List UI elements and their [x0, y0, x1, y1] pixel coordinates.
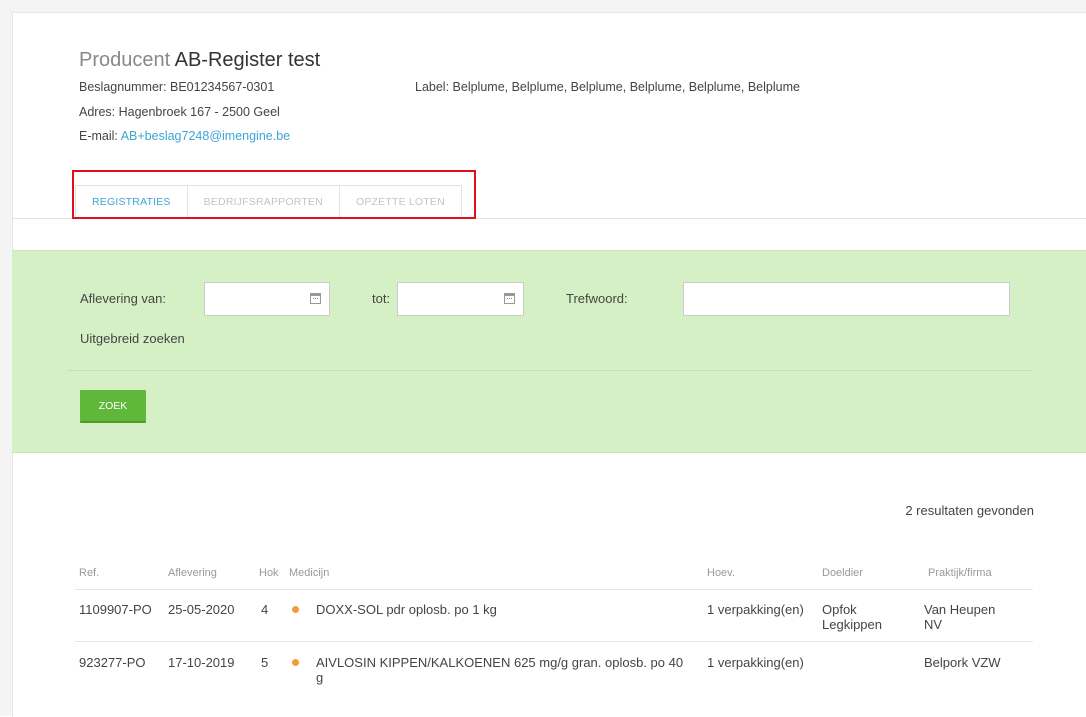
email-link[interactable]: AB+beslag7248@imengine.be	[121, 129, 290, 143]
column-header-hok: Hok	[259, 567, 279, 579]
row-2-hoeveelheid: 1 verpakking(en)	[707, 655, 804, 670]
column-header-doeldier: Doeldier	[822, 567, 863, 579]
row-1-hoeveelheid: 1 verpakking(en)	[707, 602, 804, 617]
label-info: Label: Belplume, Belplume, Belplume, Bel…	[415, 80, 800, 94]
beslagnummer: Beslagnummer: BE01234567-0301	[79, 80, 275, 94]
page-title: Producent AB-Register test	[79, 49, 320, 72]
calendar-icon[interactable]	[310, 293, 321, 304]
trefwoord-input[interactable]	[683, 282, 1010, 316]
row-2-aflevering: 17-10-2019	[168, 655, 235, 670]
row-2-medicijn: AIVLOSIN KIPPEN/KALKOENEN 625 mg/g gran.…	[316, 655, 684, 685]
tot-input[interactable]	[397, 282, 524, 316]
row-1-hok: 4	[261, 602, 269, 617]
row-1-status-dot	[292, 606, 299, 613]
column-header-hoev: Hoev.	[707, 567, 735, 579]
row-2-hok: 5	[261, 655, 269, 670]
row-divider	[75, 641, 1033, 642]
top-gutter	[0, 0, 1086, 12]
email-label: E-mail:	[79, 129, 118, 143]
row-2-ref-link[interactable]: 923277-PO	[79, 655, 146, 670]
results-count: 2 resultaten gevonden	[905, 503, 1034, 518]
producer-name: AB-Register test	[174, 49, 321, 71]
row-2-status-dot	[292, 659, 299, 666]
row-1-doeldier: Opfok Legkippen	[822, 602, 882, 632]
row-1-aflevering: 25-05-2020	[168, 602, 235, 617]
aflevering-van-label: Aflevering van:	[80, 291, 166, 306]
row-divider	[75, 589, 1033, 590]
row-1-praktijk: Van Heupen NV	[924, 602, 996, 632]
title-prefix: Producent	[79, 49, 171, 71]
address: Adres: Hagenbroek 167 - 2500 Geel	[79, 105, 280, 119]
tot-label: tot:	[372, 291, 391, 306]
aflevering-van-input[interactable]	[204, 282, 330, 316]
filter-divider	[67, 370, 1033, 371]
row-1-medicijn: DOXX-SOL pdr oplosb. po 1 kg	[316, 602, 497, 617]
trefwoord-label: Trefwoord:	[566, 291, 628, 306]
column-header-medicijn: Medicijn	[289, 567, 330, 579]
row-2-praktijk: Belpork VZW	[924, 655, 1001, 670]
tabs-highlight-box	[72, 170, 476, 219]
filter-panel	[12, 250, 1086, 453]
advanced-search-link[interactable]: Uitgebreid zoeken	[80, 331, 185, 346]
email-info: E-mail: AB+beslag7248@imengine.be	[79, 129, 290, 143]
column-header-aflevering: Aflevering	[168, 567, 217, 579]
left-gutter	[0, 0, 12, 716]
calendar-icon[interactable]	[504, 293, 515, 304]
row-1-ref-link[interactable]: 1109907-PO	[79, 602, 152, 617]
search-button[interactable]: ZOEK	[80, 390, 146, 423]
column-header-ref: Ref.	[79, 567, 100, 579]
column-header-praktijk: Praktijk/firma	[928, 567, 992, 579]
